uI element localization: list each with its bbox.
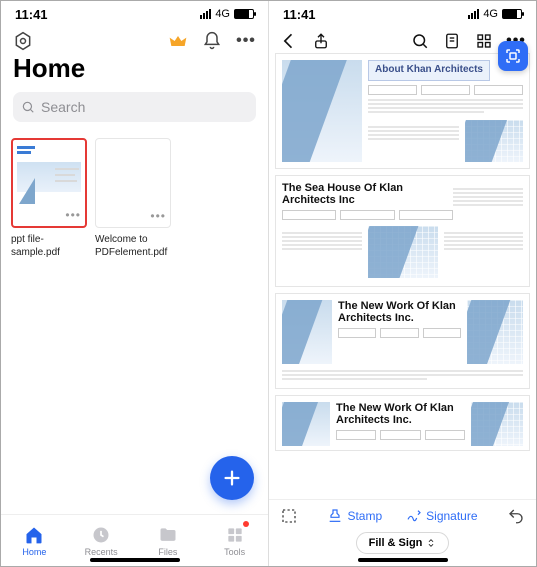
share-icon[interactable] <box>311 31 331 51</box>
status-bar: 11:41 4G <box>269 1 536 27</box>
home-indicator <box>90 558 180 562</box>
document-cover-title: About Khan Architects <box>368 60 490 81</box>
file-thumbnail: ••• <box>95 138 171 228</box>
signal-icon <box>468 9 479 19</box>
folder-icon <box>158 525 178 545</box>
bookmark-icon[interactable] <box>442 31 462 51</box>
document-viewport[interactable]: About Khan Architects The Sea House Of K… <box>269 51 536 499</box>
tab-label: Home <box>22 547 46 557</box>
undo-icon[interactable] <box>506 506 526 526</box>
settings-icon[interactable] <box>13 31 33 51</box>
document-page: The New Work Of Klan Architects Inc. <box>275 293 530 389</box>
stamp-icon <box>327 508 343 524</box>
add-button[interactable] <box>210 456 254 500</box>
section-title: The New Work Of Klan Architects Inc. <box>336 402 465 426</box>
tab-label: Tools <box>224 547 245 557</box>
signal-icon <box>200 9 211 19</box>
tab-label: Files <box>158 547 177 557</box>
document-page: About Khan Architects <box>275 53 530 169</box>
scan-icon[interactable] <box>498 41 528 71</box>
status-network: 4G <box>215 8 230 20</box>
notification-bell-icon[interactable] <box>202 31 222 51</box>
tab-home[interactable]: Home <box>1 515 68 566</box>
section-title: The New Work Of Klan Architects Inc. <box>338 300 461 324</box>
battery-icon <box>234 9 254 19</box>
file-item[interactable]: ••• Welcome to PDFelement.pdf <box>95 138 171 259</box>
stamp-label: Stamp <box>347 509 382 523</box>
home-indicator <box>358 558 448 562</box>
mode-pill[interactable]: Fill & Sign <box>356 532 450 554</box>
search-icon <box>21 100 35 114</box>
status-time: 11:41 <box>283 7 316 22</box>
signature-label: Signature <box>426 509 477 523</box>
section-title: The Sea House Of Klan Architects Inc <box>282 182 453 206</box>
page-title: Home <box>13 53 256 84</box>
status-network: 4G <box>483 8 498 20</box>
back-icon[interactable] <box>279 31 299 51</box>
document-page: The Sea House Of Klan Architects Inc <box>275 175 530 287</box>
tab-tools[interactable]: Tools <box>201 515 268 566</box>
search-placeholder: Search <box>41 99 85 115</box>
file-grid: ••• ppt file-sample.pdf ••• Welcome to P… <box>1 132 268 265</box>
signature-icon <box>406 508 422 524</box>
stamp-tool[interactable]: Stamp <box>327 508 382 524</box>
clock-icon <box>91 525 111 545</box>
badge-dot <box>243 521 249 527</box>
chevron-updown-icon <box>426 538 436 548</box>
more-icon[interactable]: ••• <box>236 31 256 51</box>
tools-icon <box>225 525 245 545</box>
file-name: Welcome to PDFelement.pdf <box>95 234 171 259</box>
file-item[interactable]: ••• ppt file-sample.pdf <box>11 138 87 259</box>
document-page: The New Work Of Klan Architects Inc. <box>275 395 530 451</box>
mode-label: Fill & Sign <box>369 537 423 549</box>
status-bar: 11:41 4G <box>1 1 268 27</box>
thumbnails-icon[interactable] <box>474 31 494 51</box>
phone-home-screen: 11:41 4G ••• Home Search <box>1 1 269 566</box>
home-icon <box>24 525 44 545</box>
doc-search-icon[interactable] <box>410 31 430 51</box>
tab-label: Recents <box>85 547 118 557</box>
phone-document-view: 11:41 4G ••• Ab <box>269 1 536 566</box>
status-time: 11:41 <box>15 7 48 22</box>
battery-icon <box>502 9 522 19</box>
search-input[interactable]: Search <box>13 92 256 122</box>
signature-tool[interactable]: Signature <box>406 508 477 524</box>
file-name: ppt file-sample.pdf <box>11 234 87 259</box>
crown-icon[interactable] <box>168 31 188 51</box>
annotation-toolbar: Stamp Signature <box>269 499 536 528</box>
file-thumbnail: ••• <box>11 138 87 228</box>
crop-select-icon[interactable] <box>279 506 299 526</box>
